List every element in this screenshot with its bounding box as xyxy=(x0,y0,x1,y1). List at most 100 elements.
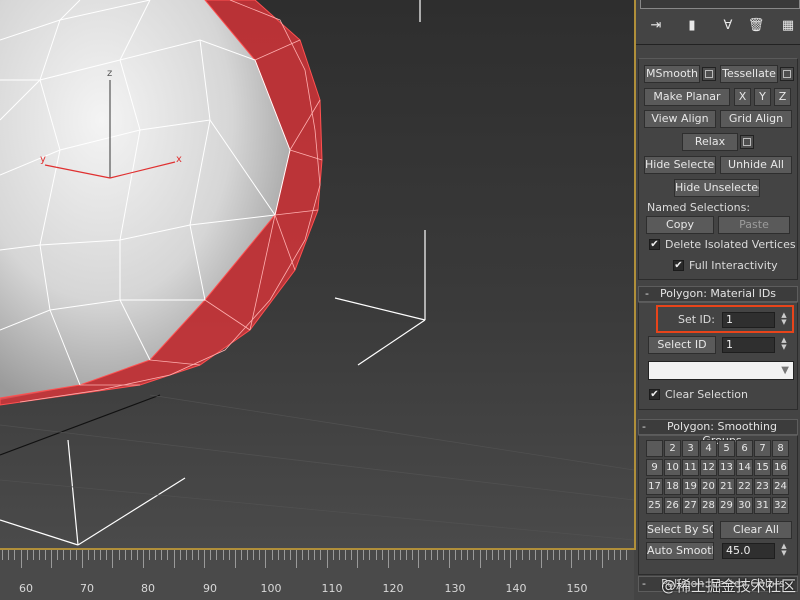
material-ids-rollout-header[interactable]: - Polygon: Material IDs xyxy=(638,286,798,302)
ruler-tick xyxy=(332,550,334,560)
collapse-toggle: - xyxy=(642,420,646,433)
unhide-all-button[interactable]: Unhide All xyxy=(720,156,792,174)
sg-cell[interactable]: 23 xyxy=(754,478,771,495)
select-id-button[interactable]: Select ID xyxy=(648,336,716,354)
ruler-tick xyxy=(344,550,346,560)
tessellate-button[interactable]: Tessellate xyxy=(720,65,778,83)
planar-x-button[interactable]: X xyxy=(734,88,751,106)
ruler-tick xyxy=(234,550,236,568)
sg-cell[interactable]: 15 xyxy=(754,459,771,476)
sg-cell[interactable]: 24 xyxy=(772,478,789,495)
sg-cell[interactable]: 30 xyxy=(736,497,753,514)
ruler-tick xyxy=(357,550,359,568)
sg-cell[interactable]: 18 xyxy=(664,478,681,495)
material-name-dropdown[interactable]: ▼ xyxy=(648,361,794,380)
planar-z-button[interactable]: Z xyxy=(774,88,791,106)
relax-settings-icon[interactable] xyxy=(740,135,754,149)
sphere-mesh xyxy=(0,0,290,400)
msmooth-settings-icon[interactable] xyxy=(702,67,716,81)
sg-cell[interactable]: 12 xyxy=(700,459,717,476)
sg-cell[interactable]: 11 xyxy=(682,459,699,476)
sg-cell[interactable]: 13 xyxy=(718,459,735,476)
ruler-tick xyxy=(430,550,432,560)
rollout-title: Polygon: Material IDs xyxy=(659,287,777,300)
full-interactivity-checkbox[interactable]: ✔ xyxy=(673,260,684,271)
ruler-tick xyxy=(100,550,102,560)
sg-cell[interactable]: 26 xyxy=(664,497,681,514)
ruler-tick xyxy=(455,550,457,560)
select-by-sg-button[interactable]: Select By SG xyxy=(646,521,714,539)
planar-y-button[interactable]: Y xyxy=(754,88,771,106)
view-align-button[interactable]: View Align xyxy=(644,110,716,128)
fork-icon[interactable]: ∀ xyxy=(718,16,738,36)
sg-cell[interactable]: 5 xyxy=(718,440,735,457)
sg-cell[interactable]: 8 xyxy=(772,440,789,457)
trash-icon[interactable]: 🗑 xyxy=(746,16,766,36)
sg-cell[interactable]: 6 xyxy=(736,440,753,457)
set-id-spinner[interactable]: 1 xyxy=(722,312,775,328)
auto-smooth-threshold[interactable]: 45.0 xyxy=(722,543,775,559)
ruler-tick xyxy=(528,550,530,560)
delete-isolated-checkbox[interactable]: ✔ xyxy=(649,239,660,250)
sg-cell[interactable]: 3 xyxy=(682,440,699,457)
make-planar-button[interactable]: Make Planar xyxy=(644,88,730,106)
relax-button[interactable]: Relax xyxy=(682,133,738,151)
ruler-tick xyxy=(253,550,255,560)
sg-cell[interactable]: 19 xyxy=(682,478,699,495)
select-id-spinner[interactable]: 1 xyxy=(722,337,775,353)
auto-smooth-spinner-arrows[interactable]: ▲ ▼ xyxy=(779,543,789,559)
timeline-ruler[interactable]: 60 70 80 90 100 110 120 130 140 150 xyxy=(0,550,634,600)
set-id-spinner-arrows[interactable]: ▲ ▼ xyxy=(779,312,789,328)
auto-smooth-button[interactable]: Auto Smooth xyxy=(646,542,714,560)
ruler-tick xyxy=(265,550,267,568)
perspective-viewport[interactable]: z y x xyxy=(0,0,636,550)
pin-icon[interactable]: ⇥ xyxy=(646,16,666,36)
configure-icon[interactable]: ▦ xyxy=(778,16,798,36)
named-selections-label: Named Selections: xyxy=(647,201,751,214)
ruler-tick xyxy=(75,550,77,560)
clear-selection-label: Clear Selection xyxy=(665,388,748,401)
smoothing-groups-rollout-header[interactable]: - Polygon: Smoothing Groups xyxy=(638,419,798,447)
sg-cell[interactable]: 25 xyxy=(646,497,663,514)
clear-all-button[interactable]: Clear All xyxy=(720,521,792,539)
clear-selection-checkbox[interactable]: ✔ xyxy=(649,389,660,400)
copy-button[interactable]: Copy xyxy=(646,216,714,234)
sg-cell[interactable]: 21 xyxy=(718,478,735,495)
full-interactivity-label: Full Interactivity xyxy=(689,259,778,272)
msmooth-button[interactable]: MSmooth xyxy=(644,65,700,83)
ruler-tick xyxy=(2,550,4,560)
sg-cell[interactable]: 20 xyxy=(700,478,717,495)
modifier-stack-icon[interactable]: ▮ xyxy=(682,16,702,36)
hide-selected-button[interactable]: Hide Selected xyxy=(644,156,716,174)
ruler-tick xyxy=(473,550,475,560)
sg-cell[interactable]: 4 xyxy=(700,440,717,457)
sg-cell[interactable]: 17 xyxy=(646,478,663,495)
sg-cell[interactable]: 27 xyxy=(682,497,699,514)
ruler-tick xyxy=(559,550,561,560)
gizmo-z-label: z xyxy=(107,68,112,79)
sg-cell[interactable]: 7 xyxy=(754,440,771,457)
ruler-tick xyxy=(222,550,224,560)
sg-cell[interactable] xyxy=(646,440,663,457)
sg-cell[interactable]: 14 xyxy=(736,459,753,476)
sg-cell[interactable]: 10 xyxy=(664,459,681,476)
sg-cell[interactable]: 28 xyxy=(700,497,717,514)
collapse-toggle: - xyxy=(642,577,646,590)
set-id-label: Set ID: xyxy=(678,313,715,326)
ruler-tick xyxy=(522,550,524,560)
grid-align-button[interactable]: Grid Align xyxy=(720,110,792,128)
tessellate-settings-icon[interactable] xyxy=(780,67,794,81)
sg-cell[interactable]: 9 xyxy=(646,459,663,476)
sg-cell[interactable]: 2 xyxy=(664,440,681,457)
sg-cell[interactable]: 32 xyxy=(772,497,789,514)
ruler-tick xyxy=(204,550,206,568)
sg-cell[interactable]: 22 xyxy=(736,478,753,495)
select-id-spinner-arrows[interactable]: ▲ ▼ xyxy=(779,337,789,353)
sg-cell[interactable]: 29 xyxy=(718,497,735,514)
floor-grid xyxy=(0,394,634,541)
hide-unselected-button[interactable]: Hide Unselected xyxy=(674,179,760,197)
ruler-tick xyxy=(167,550,169,560)
sg-cell[interactable]: 31 xyxy=(754,497,771,514)
paste-button[interactable]: Paste xyxy=(718,216,790,234)
sg-cell[interactable]: 16 xyxy=(772,459,789,476)
